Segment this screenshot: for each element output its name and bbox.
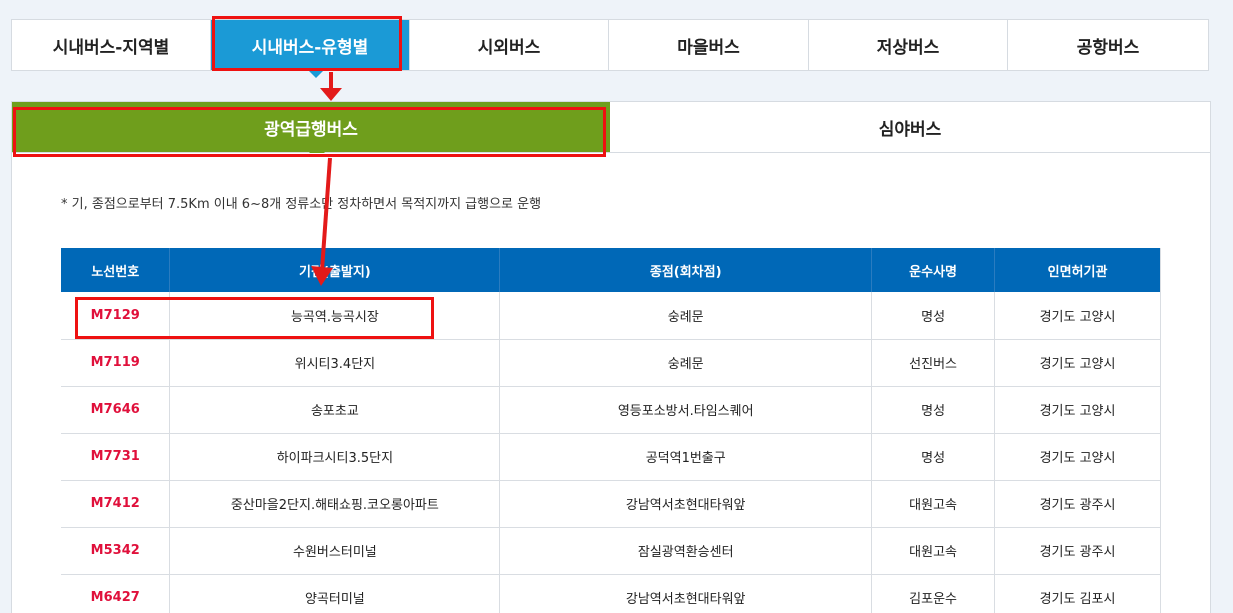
operator-cell: 김포운수 <box>871 574 995 613</box>
tab-low-floor-bus[interactable]: 저상버스 <box>809 20 1008 70</box>
route-number[interactable]: M7731 <box>61 433 170 481</box>
tab-city-bus-by-region[interactable]: 시내버스-지역별 <box>12 20 211 70</box>
col-route-number: 노선번호 <box>61 248 170 292</box>
tab-airport-bus[interactable]: 공항버스 <box>1008 20 1208 70</box>
table-row[interactable]: M7119 위시티3.4단지 숭례문 선진버스 경기도 고양시 <box>61 339 1161 387</box>
authority-cell: 경기도 고양시 <box>994 433 1161 481</box>
origin-cell: 수원버스터미널 <box>169 527 500 575</box>
operator-cell: 명성 <box>871 386 995 434</box>
terminus-cell: 강남역서초현대타워앞 <box>499 480 872 528</box>
origin-cell: 송포초교 <box>169 386 500 434</box>
table-row[interactable]: M5342 수원버스터미널 잠실광역환승센터 대원고속 경기도 광주시 <box>61 527 1161 575</box>
authority-cell: 경기도 김포시 <box>994 574 1161 613</box>
col-operator: 운수사명 <box>871 248 995 292</box>
terminus-cell: 숭례문 <box>499 339 872 387</box>
subtab-night-bus[interactable]: 심야버스 <box>610 102 1210 152</box>
table-row[interactable]: M7731 하이파크시티3.5단지 공덕역1번출구 명성 경기도 고양시 <box>61 433 1161 481</box>
col-origin: 기점(출발지) <box>169 248 500 292</box>
operator-cell: 명성 <box>871 433 995 481</box>
table-header-row: 노선번호 기점(출발지) 종점(회차점) 운수사명 인면허기관 <box>61 248 1161 292</box>
route-number[interactable]: M5342 <box>61 527 170 575</box>
top-tab-bar: 시내버스-지역별 시내버스-유형별 시외버스 마을버스 저상버스 공항버스 <box>11 19 1209 78</box>
operator-cell: 대원고속 <box>871 527 995 575</box>
table-row[interactable]: M6427 양곡터미널 강남역서초현대타워앞 김포운수 경기도 김포시 <box>61 574 1161 613</box>
operator-cell: 명성 <box>871 292 995 340</box>
operator-cell: 선진버스 <box>871 339 995 387</box>
col-terminus: 종점(회차점) <box>499 248 872 292</box>
highlight-box-type-tab <box>212 16 402 71</box>
highlight-box-express-subtab <box>13 107 606 157</box>
authority-cell: 경기도 고양시 <box>994 339 1161 387</box>
route-note: * 기, 종점으로부터 7.5Km 이내 6~8개 정류소만 정차하면서 목적지… <box>61 197 542 212</box>
authority-cell: 경기도 고양시 <box>994 292 1161 340</box>
route-number[interactable]: M7646 <box>61 386 170 434</box>
tab-intercity-bus[interactable]: 시외버스 <box>410 20 609 70</box>
origin-cell: 하이파크시티3.5단지 <box>169 433 500 481</box>
route-number[interactable]: M7412 <box>61 480 170 528</box>
terminus-cell: 숭례문 <box>499 292 872 340</box>
table-row[interactable]: M7646 송포초교 영등포소방서.타임스퀘어 명성 경기도 고양시 <box>61 386 1161 434</box>
terminus-cell: 잠실광역환승센터 <box>499 527 872 575</box>
operator-cell: 대원고속 <box>871 480 995 528</box>
tab-village-bus[interactable]: 마을버스 <box>609 20 809 70</box>
origin-cell: 양곡터미널 <box>169 574 500 613</box>
terminus-cell: 강남역서초현대타워앞 <box>499 574 872 613</box>
table-row[interactable]: M7412 중산마을2단지.해태쇼핑.코오롱아파트 강남역서초현대타워앞 대원고… <box>61 480 1161 528</box>
authority-cell: 경기도 광주시 <box>994 480 1161 528</box>
authority-cell: 경기도 광주시 <box>994 527 1161 575</box>
highlight-box-first-row <box>75 297 434 339</box>
route-number[interactable]: M6427 <box>61 574 170 613</box>
terminus-cell: 영등포소방서.타임스퀘어 <box>499 386 872 434</box>
origin-cell: 중산마을2단지.해태쇼핑.코오롱아파트 <box>169 480 500 528</box>
route-number[interactable]: M7119 <box>61 339 170 387</box>
terminus-cell: 공덕역1번출구 <box>499 433 872 481</box>
col-license-authority: 인면허기관 <box>994 248 1161 292</box>
origin-cell: 위시티3.4단지 <box>169 339 500 387</box>
authority-cell: 경기도 고양시 <box>994 386 1161 434</box>
